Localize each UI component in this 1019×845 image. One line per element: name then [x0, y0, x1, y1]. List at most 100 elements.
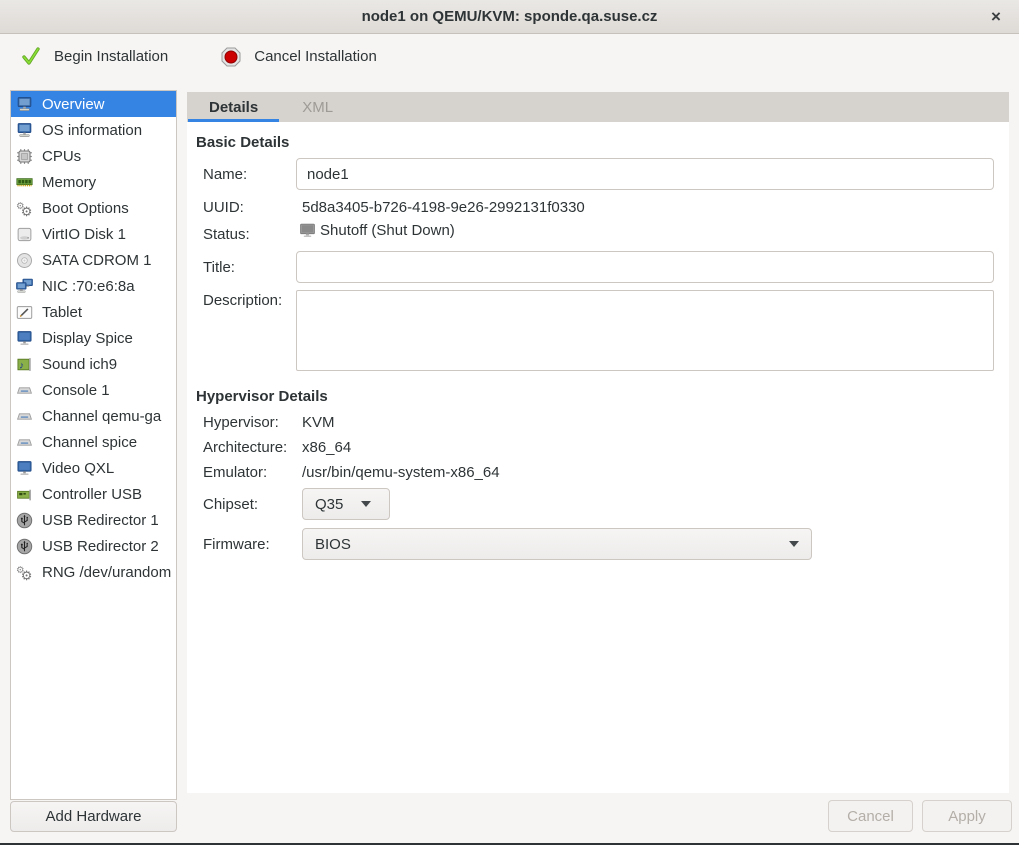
- svg-text:⚙: ⚙: [20, 203, 31, 216]
- stop-icon: [220, 46, 242, 68]
- tab-bar: Details XML: [187, 92, 1009, 122]
- architecture-label: Architecture:: [203, 439, 287, 456]
- hypervisor-value: KVM: [302, 414, 335, 431]
- hypervisor-details-header: Hypervisor Details: [196, 388, 328, 405]
- sidebar-item-os-information[interactable]: OS information: [11, 117, 176, 143]
- firmware-label: Firmware:: [203, 536, 270, 553]
- sidebar-item-console-1[interactable]: Console 1: [11, 377, 176, 403]
- sidebar-item-label: Channel qemu-ga: [42, 408, 161, 425]
- sidebar-item-nic-70-e6-8a[interactable]: NIC :70:e6:8a: [11, 273, 176, 299]
- details-panel: Basic Details Name: UUID: 5d8a3405-b726-…: [187, 122, 1009, 793]
- emulator-label: Emulator:: [203, 464, 267, 481]
- titlebar: node1 on QEMU/KVM: sponde.qa.suse.cz ×: [0, 0, 1019, 34]
- svg-text:⚙: ⚙: [20, 567, 31, 580]
- sidebar-item-label: OS information: [42, 122, 142, 139]
- description-textarea[interactable]: [296, 290, 994, 371]
- serial-icon: [15, 434, 33, 451]
- network-icon: [15, 278, 33, 295]
- sound-icon: ♪: [15, 356, 33, 373]
- title-input[interactable]: [296, 251, 994, 283]
- sidebar-item-label: Video QXL: [42, 460, 114, 477]
- sidebar-item-label: USB Redirector 2: [42, 538, 159, 555]
- hardware-list: Overview OS information CPUs Memory ⚙⚙ B…: [10, 90, 177, 800]
- tab-xml[interactable]: XML: [280, 92, 355, 122]
- sidebar-item-display-spice[interactable]: Display Spice: [11, 325, 176, 351]
- svg-text:♪: ♪: [18, 360, 23, 371]
- sidebar-item-sound-ich9[interactable]: ♪ Sound ich9: [11, 351, 176, 377]
- add-hardware-button[interactable]: Add Hardware: [10, 801, 177, 832]
- sidebar-item-label: Sound ich9: [42, 356, 117, 373]
- gears-icon: ⚙⚙: [15, 564, 33, 581]
- sidebar-item-label: Boot Options: [42, 200, 129, 217]
- status-label: Status:: [203, 226, 250, 243]
- sidebar-item-controller-usb[interactable]: Controller USB: [11, 481, 176, 507]
- usb-icon: [15, 538, 33, 555]
- cancel-installation-button[interactable]: Cancel Installation: [214, 42, 383, 72]
- begin-installation-button[interactable]: Begin Installation: [14, 42, 174, 72]
- begin-installation-label: Begin Installation: [54, 48, 168, 65]
- apply-button[interactable]: Apply: [922, 800, 1012, 832]
- sidebar-item-overview[interactable]: Overview: [11, 91, 176, 117]
- sidebar-item-label: Controller USB: [42, 486, 142, 503]
- status-value: Shutoff (Shut Down): [320, 222, 455, 239]
- gears-icon: ⚙⚙: [15, 200, 33, 217]
- shutoff-monitor-icon: [298, 222, 316, 239]
- tab-details[interactable]: Details: [187, 92, 280, 122]
- uuid-label: UUID:: [203, 199, 244, 216]
- sidebar-item-label: Tablet: [42, 304, 82, 321]
- display-icon: [15, 460, 33, 477]
- serial-icon: [15, 408, 33, 425]
- disk-icon: [15, 226, 33, 243]
- chipset-dropdown[interactable]: Q35: [302, 488, 390, 520]
- chipset-label: Chipset:: [203, 496, 258, 513]
- uuid-value: 5d8a3405-b726-4198-9e26-2992131f0330: [302, 199, 585, 216]
- sidebar-item-usb-redirector-1[interactable]: USB Redirector 1: [11, 507, 176, 533]
- checkmark-icon: [20, 46, 42, 68]
- computer-icon: [15, 96, 33, 113]
- firmware-dropdown[interactable]: BIOS: [302, 528, 812, 560]
- controller-icon: [15, 486, 33, 503]
- name-label: Name:: [203, 166, 247, 183]
- sidebar-item-rng-dev-urandom[interactable]: ⚙⚙ RNG /dev/urandom: [11, 559, 176, 585]
- sidebar-item-label: CPUs: [42, 148, 81, 165]
- sidebar-item-label: RNG /dev/urandom: [42, 564, 171, 581]
- sidebar-item-label: SATA CDROM 1: [42, 252, 151, 269]
- memory-icon: [15, 174, 33, 191]
- close-icon[interactable]: ×: [986, 7, 1006, 27]
- sidebar-item-channel-spice[interactable]: Channel spice: [11, 429, 176, 455]
- sidebar-item-label: Memory: [42, 174, 96, 191]
- chipset-value: Q35: [315, 496, 343, 513]
- sidebar-item-label: NIC :70:e6:8a: [42, 278, 135, 295]
- sidebar-item-sata-cdrom-1[interactable]: SATA CDROM 1: [11, 247, 176, 273]
- window-title: node1 on QEMU/KVM: sponde.qa.suse.cz: [362, 8, 658, 25]
- sidebar-item-usb-redirector-2[interactable]: USB Redirector 2: [11, 533, 176, 559]
- computer-icon: [15, 122, 33, 139]
- sidebar-item-cpus[interactable]: CPUs: [11, 143, 176, 169]
- sidebar-item-virtio-disk-1[interactable]: VirtIO Disk 1: [11, 221, 176, 247]
- sidebar-item-channel-qemu-ga[interactable]: Channel qemu-ga: [11, 403, 176, 429]
- chevron-down-icon: [789, 541, 799, 547]
- description-label: Description:: [203, 292, 282, 309]
- basic-details-header: Basic Details: [196, 134, 289, 151]
- display-icon: [15, 330, 33, 347]
- sidebar-item-label: Overview: [42, 96, 105, 113]
- sidebar-item-label: USB Redirector 1: [42, 512, 159, 529]
- tablet-icon: [15, 304, 33, 321]
- sidebar-item-label: Display Spice: [42, 330, 133, 347]
- sidebar-item-boot-options[interactable]: ⚙⚙ Boot Options: [11, 195, 176, 221]
- sidebar-item-memory[interactable]: Memory: [11, 169, 176, 195]
- chevron-down-icon: [361, 501, 371, 507]
- serial-icon: [15, 382, 33, 399]
- sidebar-item-label: Channel spice: [42, 434, 137, 451]
- cdrom-icon: [15, 252, 33, 269]
- usb-icon: [15, 512, 33, 529]
- emulator-value: /usr/bin/qemu-system-x86_64: [302, 464, 500, 481]
- sidebar-item-tablet[interactable]: Tablet: [11, 299, 176, 325]
- hypervisor-label: Hypervisor:: [203, 414, 279, 431]
- cancel-button[interactable]: Cancel: [828, 800, 913, 832]
- toolbar: Begin Installation Cancel Installation: [0, 35, 1019, 78]
- cancel-installation-label: Cancel Installation: [254, 48, 377, 65]
- name-input[interactable]: [296, 158, 994, 190]
- sidebar-item-video-qxl[interactable]: Video QXL: [11, 455, 176, 481]
- sidebar-item-label: Console 1: [42, 382, 110, 399]
